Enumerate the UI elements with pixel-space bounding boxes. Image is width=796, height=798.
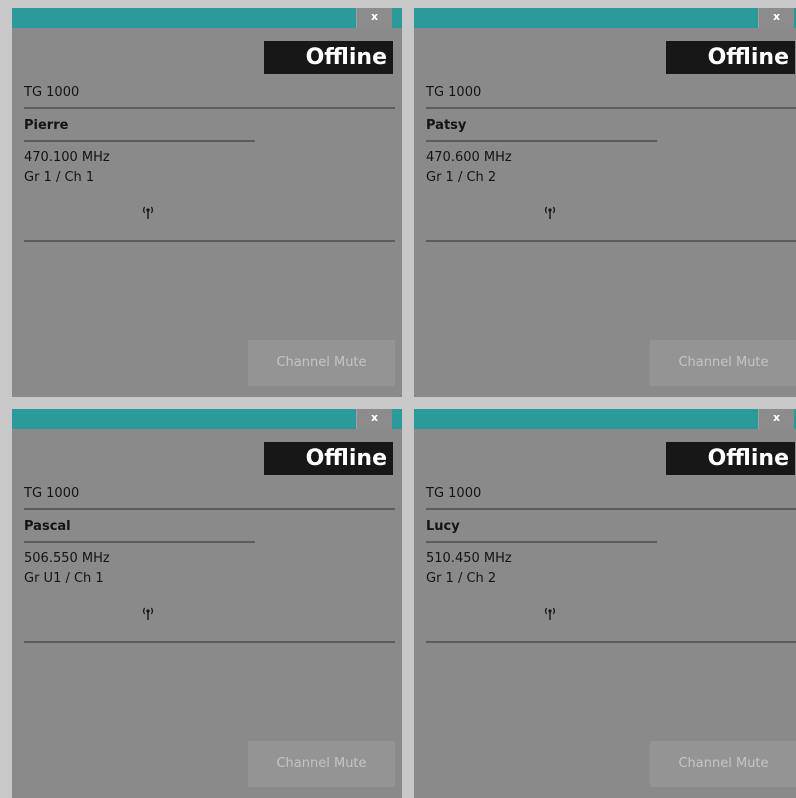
receiver-panel: x Offline TG 1000 Pierre 470.100 MHz Gr … (12, 8, 402, 397)
device-model: TG 1000 (426, 85, 482, 100)
status-badge: Offline (264, 442, 393, 475)
channel-mute-button[interactable]: Channel Mute (650, 340, 796, 386)
divider (24, 240, 395, 242)
receiver-grid: x Offline TG 1000 Pierre 470.100 MHz Gr … (0, 0, 796, 798)
divider (24, 508, 395, 510)
status-badge: Offline (666, 41, 795, 74)
status-badge: Offline (666, 442, 795, 475)
close-button[interactable]: x (758, 8, 794, 28)
panel-titlebar[interactable] (12, 8, 402, 28)
name-underline (426, 140, 657, 142)
close-button[interactable]: x (356, 8, 392, 28)
channel-name[interactable]: Pierre (24, 118, 68, 133)
channel-name[interactable]: Lucy (426, 519, 460, 534)
device-model: TG 1000 (24, 486, 80, 501)
divider (426, 641, 796, 643)
group-channel: Gr 1 / Ch 1 (24, 170, 95, 185)
panel-titlebar[interactable] (414, 8, 796, 28)
panel-titlebar[interactable] (12, 409, 402, 429)
receiver-panel: x Offline TG 1000 Patsy 470.600 MHz Gr 1… (414, 8, 796, 397)
group-channel: Gr 1 / Ch 2 (426, 571, 497, 586)
group-channel: Gr 1 / Ch 2 (426, 170, 497, 185)
antenna-icon (143, 607, 153, 620)
device-model: TG 1000 (426, 486, 482, 501)
antenna-icon (545, 206, 555, 219)
divider (24, 107, 395, 109)
name-underline (426, 541, 657, 543)
close-button[interactable]: x (356, 409, 392, 429)
close-button[interactable]: x (758, 409, 794, 429)
group-channel: Gr U1 / Ch 1 (24, 571, 104, 586)
divider (426, 107, 796, 109)
frequency: 470.600 MHz (426, 150, 512, 165)
panel-titlebar[interactable] (414, 409, 796, 429)
frequency: 506.550 MHz (24, 551, 110, 566)
divider (24, 641, 395, 643)
device-model: TG 1000 (24, 85, 80, 100)
frequency: 510.450 MHz (426, 551, 512, 566)
frequency: 470.100 MHz (24, 150, 110, 165)
divider (426, 508, 796, 510)
divider (426, 240, 796, 242)
channel-name[interactable]: Pascal (24, 519, 71, 534)
channel-mute-button[interactable]: Channel Mute (248, 741, 395, 787)
channel-mute-button[interactable]: Channel Mute (650, 741, 796, 787)
receiver-panel: x Offline TG 1000 Lucy 510.450 MHz Gr 1 … (414, 409, 796, 798)
channel-mute-button[interactable]: Channel Mute (248, 340, 395, 386)
name-underline (24, 140, 255, 142)
receiver-panel: x Offline TG 1000 Pascal 506.550 MHz Gr … (12, 409, 402, 798)
name-underline (24, 541, 255, 543)
status-badge: Offline (264, 41, 393, 74)
antenna-icon (143, 206, 153, 219)
channel-name[interactable]: Patsy (426, 118, 466, 133)
antenna-icon (545, 607, 555, 620)
